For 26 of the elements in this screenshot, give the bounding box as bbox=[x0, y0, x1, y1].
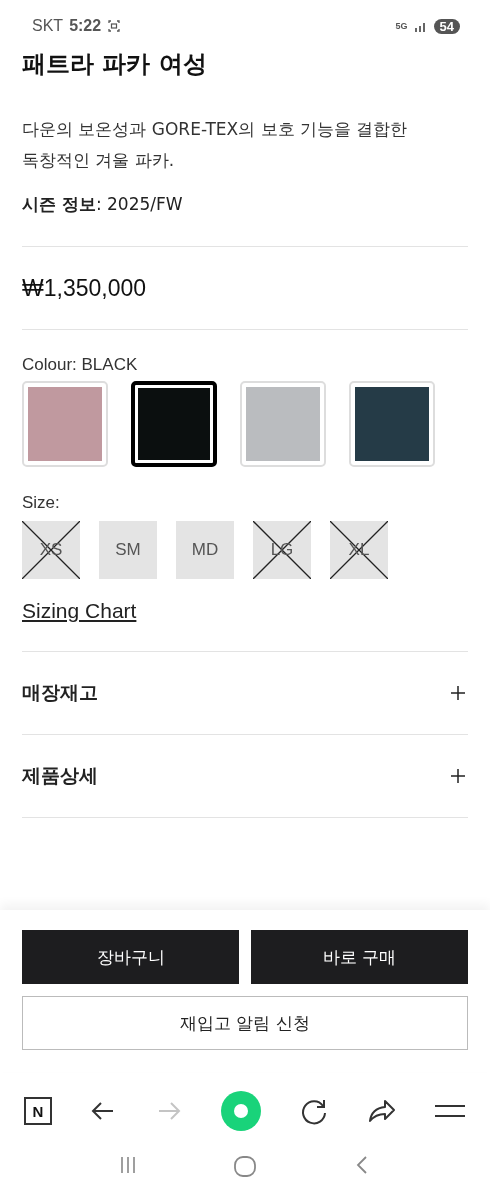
product-description: 다운의 보온성과 GORE-TEX의 보호 기능을 결합한 독창적인 겨울 파카. bbox=[22, 118, 409, 172]
colour-label: Colour: BLACK bbox=[22, 355, 139, 375]
buy-now-button[interactable]: 바로 구매 bbox=[251, 930, 468, 984]
size-option[interactable]: MD bbox=[176, 521, 234, 579]
plus-icon bbox=[450, 685, 466, 701]
carrier-label: SKT bbox=[32, 17, 64, 35]
ring-button-icon[interactable] bbox=[220, 1090, 262, 1132]
screenshot-icon bbox=[107, 19, 122, 33]
cart-button[interactable]: 장바구니 bbox=[22, 930, 239, 984]
accordion-header[interactable]: 매장재고 bbox=[22, 652, 468, 734]
naver-home-button[interactable]: N bbox=[24, 1097, 52, 1125]
colour-swatch[interactable] bbox=[131, 381, 217, 467]
accordion-header[interactable]: 제품상세 bbox=[22, 735, 468, 817]
plus-icon bbox=[450, 768, 466, 784]
network-label: 5G bbox=[395, 21, 408, 31]
size-option[interactable]: SM bbox=[99, 521, 157, 579]
battery-level: 54 bbox=[433, 18, 460, 34]
season-info: 시즌 정보: 2025/FW bbox=[22, 193, 184, 216]
sizing-chart-link[interactable]: Sizing Chart bbox=[22, 599, 137, 623]
size-label: Size: bbox=[22, 493, 61, 513]
product-price: ₩1,350,000 bbox=[22, 274, 148, 303]
product-title: 패트라 파카 여성 bbox=[22, 49, 208, 80]
restock-alert-button[interactable]: 재입고 알림 신청 bbox=[22, 996, 468, 1050]
clock-time: 5:22 bbox=[69, 17, 102, 35]
home-icon[interactable] bbox=[233, 1154, 257, 1178]
signal-icon bbox=[413, 20, 428, 32]
